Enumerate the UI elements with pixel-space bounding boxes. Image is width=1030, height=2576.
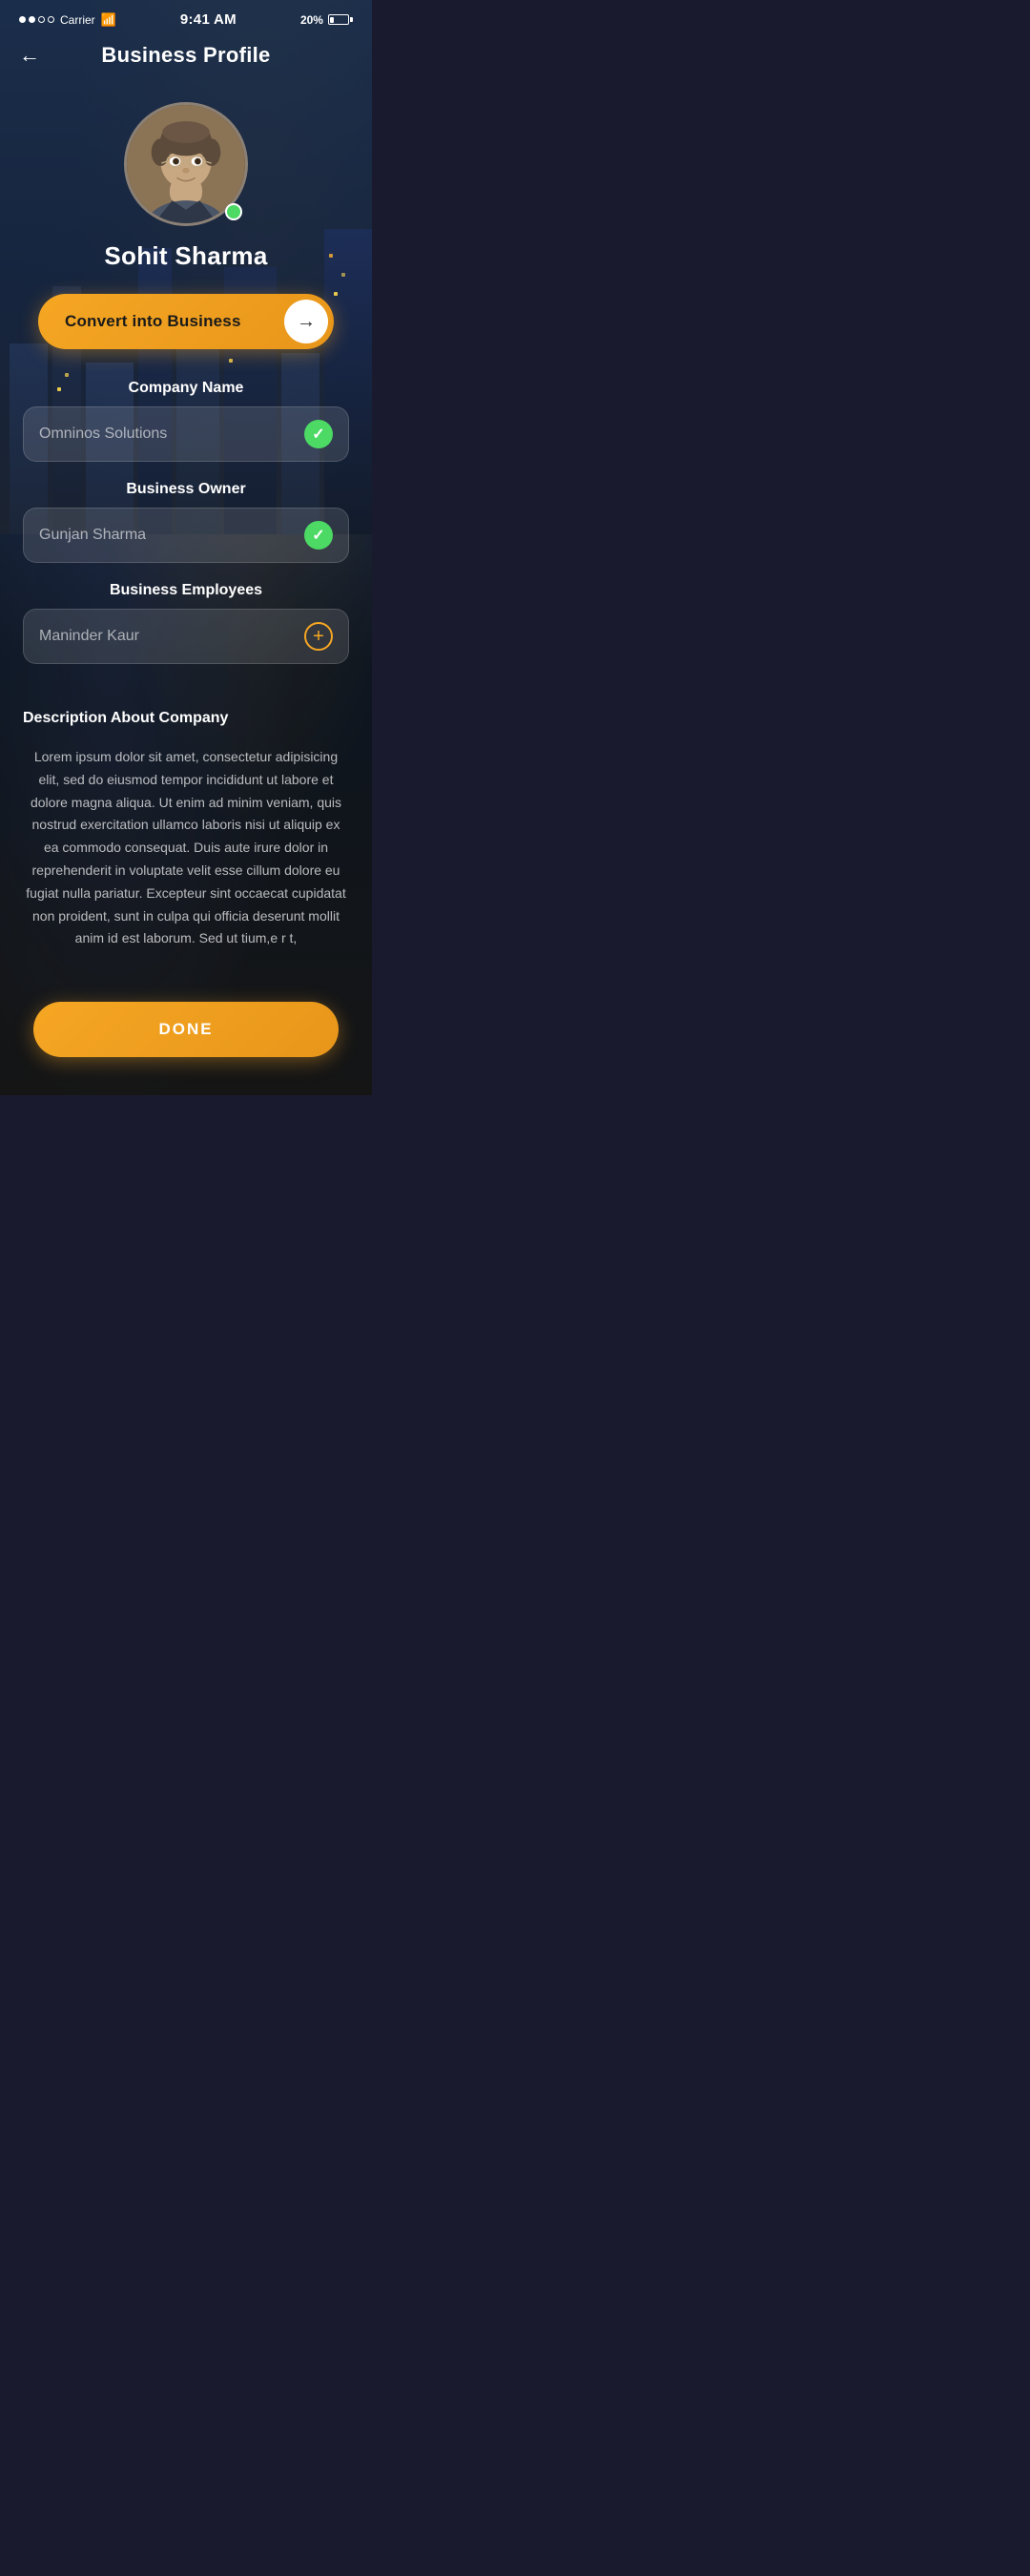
done-button[interactable]: DONE xyxy=(33,1002,339,1057)
status-bar: Carrier 📶 9:41 AM 20% xyxy=(0,0,372,35)
convert-button-label: Convert into Business xyxy=(65,312,241,331)
company-name-verified-icon: ✓ xyxy=(304,420,333,448)
add-employee-button[interactable]: + xyxy=(304,622,333,651)
done-button-label: DONE xyxy=(158,1020,213,1039)
wifi-icon: 📶 xyxy=(101,12,116,28)
description-section: Description About Company Lorem ipsum do… xyxy=(0,683,372,973)
profile-section: Sohit Sharma xyxy=(0,83,372,294)
time-display: 9:41 AM xyxy=(180,11,237,28)
page-title: Business Profile xyxy=(101,43,270,68)
company-name-label: Company Name xyxy=(23,380,349,397)
signal-dot-2 xyxy=(29,16,35,23)
company-name-input[interactable]: Omninos Solutions ✓ xyxy=(23,406,349,462)
status-left: Carrier 📶 xyxy=(19,12,116,28)
convert-button-wrapper: Convert into Business → xyxy=(0,294,372,380)
business-employees-label: Business Employees xyxy=(23,582,349,599)
back-button[interactable]: ← xyxy=(19,43,40,68)
signal-dot-3 xyxy=(38,16,45,23)
carrier-label: Carrier xyxy=(60,13,95,27)
convert-to-business-button[interactable]: Convert into Business → xyxy=(38,294,334,349)
convert-button-arrow-icon: → xyxy=(284,300,328,343)
business-owner-group: Business Owner Gunjan Sharma ✓ xyxy=(23,481,349,563)
battery-icon xyxy=(328,14,353,25)
business-employees-value: Maninder Kaur xyxy=(39,628,139,645)
status-right: 20% xyxy=(300,13,353,27)
business-owner-input[interactable]: Gunjan Sharma ✓ xyxy=(23,508,349,563)
company-name-value: Omninos Solutions xyxy=(39,426,167,443)
battery-fill xyxy=(330,17,333,23)
signal-strength xyxy=(19,16,54,23)
company-name-group: Company Name Omninos Solutions ✓ xyxy=(23,380,349,462)
battery-percentage: 20% xyxy=(300,13,323,27)
done-button-wrapper: DONE xyxy=(0,973,372,1095)
battery-tip xyxy=(350,17,353,22)
business-employees-group: Business Employees Maninder Kaur + xyxy=(23,582,349,664)
signal-dot-1 xyxy=(19,16,26,23)
business-employees-input[interactable]: Maninder Kaur + xyxy=(23,609,349,664)
signal-dot-4 xyxy=(48,16,54,23)
business-owner-label: Business Owner xyxy=(23,481,349,498)
avatar-wrapper xyxy=(124,102,248,226)
description-text: Lorem ipsum dolor sit amet, consectetur … xyxy=(23,746,349,950)
battery-body xyxy=(328,14,349,25)
back-arrow-icon: ← xyxy=(19,43,40,68)
profile-name: Sohit Sharma xyxy=(104,241,267,271)
description-label: Description About Company xyxy=(23,710,349,727)
business-owner-verified-icon: ✓ xyxy=(304,521,333,550)
business-owner-value: Gunjan Sharma xyxy=(39,527,146,544)
form-section: Company Name Omninos Solutions ✓ Busines… xyxy=(0,380,372,664)
header: ← Business Profile xyxy=(0,35,372,83)
online-status-dot xyxy=(225,203,242,220)
